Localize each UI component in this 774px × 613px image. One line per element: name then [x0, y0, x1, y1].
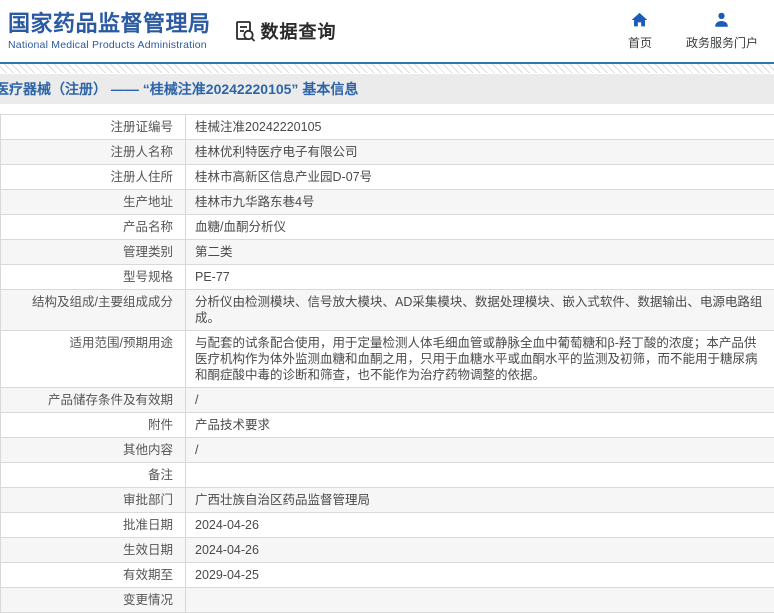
row-label: 备注 — [1, 463, 186, 487]
page-title: 医疗器械（注册） —— “桂械注准20242220105” 基本信息 — [0, 81, 359, 97]
nav-portal[interactable]: 政务服务门户 — [686, 11, 758, 51]
row-value: 2029-04-25 — [195, 568, 259, 582]
table-row: 产品储存条件及有效期 / — [1, 388, 774, 413]
row-value — [186, 463, 774, 487]
row-value: 第二类 — [195, 245, 233, 259]
row-label: 产品名称 — [1, 215, 186, 239]
nav-home[interactable]: 首页 — [628, 11, 652, 51]
row-value: 血糖/血酮分析仪 — [195, 220, 286, 234]
table-row: 变更情况 — [1, 588, 774, 613]
row-value: / — [195, 393, 199, 407]
logo-title: 国家药品监督管理局 — [8, 11, 211, 37]
table-row: 结构及组成/主要组成成分 分析仪由检测模块、信号放大模块、AD采集模块、数据处理… — [1, 290, 774, 331]
data-query-label: 数据查询 — [260, 22, 337, 42]
header: 国家药品监督管理局 National Medical Products Admi… — [0, 0, 774, 62]
row-value — [186, 588, 774, 612]
table-row: 有效期至 2029-04-25 — [1, 563, 774, 588]
row-label: 审批部门 — [1, 488, 186, 512]
table-row: 注册人名称 桂林优利特医疗电子有限公司 — [1, 140, 774, 165]
table-row: 生产地址 桂林市九华路东巷4号 — [1, 190, 774, 215]
row-label: 适用范围/预期用途 — [1, 331, 186, 387]
table-row: 附件 产品技术要求 — [1, 413, 774, 438]
row-value: 广西壮族自治区药品监督管理局 — [195, 493, 371, 507]
row-label: 生效日期 — [1, 538, 186, 562]
row-label: 型号规格 — [1, 265, 186, 289]
row-value: 桂林市九华路东巷4号 — [195, 195, 315, 209]
table-row: 其他内容 / — [1, 438, 774, 463]
home-icon — [630, 11, 649, 29]
row-label: 其他内容 — [1, 438, 186, 462]
info-table: 注册证编号 桂械注准20242220105 注册人名称 桂林优利特医疗电子有限公… — [0, 114, 774, 613]
document-search-icon — [233, 19, 257, 43]
row-label: 变更情况 — [1, 588, 186, 612]
row-value: 与配套的试条配合使用，用于定量检测人体毛细血管或静脉全血中葡萄糖和β-羟丁酸的浓… — [195, 336, 758, 382]
hatch-band — [0, 64, 774, 73]
nmpa-logo[interactable]: 国家药品监督管理局 National Medical Products Admi… — [8, 11, 211, 50]
row-label: 有效期至 — [1, 563, 186, 587]
row-value: 桂林市高新区信息产业园D-07号 — [195, 170, 373, 184]
row-label: 结构及组成/主要组成成分 — [1, 290, 186, 330]
row-label: 生产地址 — [1, 190, 186, 214]
row-value: 2024-04-26 — [195, 543, 259, 557]
table-row: 管理类别 第二类 — [1, 240, 774, 265]
row-label: 注册证编号 — [1, 115, 186, 139]
row-value: 分析仪由检测模块、信号放大模块、AD采集模块、数据处理模块、嵌入式软件、数据输出… — [195, 295, 763, 325]
table-row: 批准日期 2024-04-26 — [1, 513, 774, 538]
header-nav: 首页 政务服务门户 — [628, 11, 762, 51]
row-label: 注册人名称 — [1, 140, 186, 164]
user-icon — [712, 11, 731, 29]
row-label: 注册人住所 — [1, 165, 186, 189]
row-label: 批准日期 — [1, 513, 186, 537]
spacer — [0, 104, 774, 114]
nav-home-label: 首页 — [627, 36, 652, 50]
table-row: 适用范围/预期用途 与配套的试条配合使用，用于定量检测人体毛细血管或静脉全血中葡… — [1, 331, 774, 388]
row-value: 2024-04-26 — [195, 518, 259, 532]
table-row: 注册证编号 桂械注准20242220105 — [1, 115, 774, 140]
row-label: 附件 — [1, 413, 186, 437]
table-row: 产品名称 血糖/血酮分析仪 — [1, 215, 774, 240]
table-row: 型号规格 PE-77 — [1, 265, 774, 290]
row-value: / — [195, 443, 199, 457]
table-row: 审批部门 广西壮族自治区药品监督管理局 — [1, 488, 774, 513]
data-query-nav[interactable]: 数据查询 — [233, 18, 337, 44]
row-label: 产品储存条件及有效期 — [1, 388, 186, 412]
row-value: 产品技术要求 — [195, 418, 271, 432]
nav-portal-label: 政务服务门户 — [685, 36, 758, 50]
row-value: 桂林优利特医疗电子有限公司 — [195, 145, 358, 159]
row-label: 管理类别 — [1, 240, 186, 264]
table-row: 注册人住所 桂林市高新区信息产业园D-07号 — [1, 165, 774, 190]
logo-subtitle: National Medical Products Administration — [8, 38, 207, 51]
page-title-bar: 医疗器械（注册） —— “桂械注准20242220105” 基本信息 — [0, 74, 774, 104]
row-value: PE-77 — [195, 270, 230, 284]
table-row: 备注 — [1, 463, 774, 488]
table-row: 生效日期 2024-04-26 — [1, 538, 774, 563]
row-value: 桂械注准20242220105 — [195, 120, 322, 134]
